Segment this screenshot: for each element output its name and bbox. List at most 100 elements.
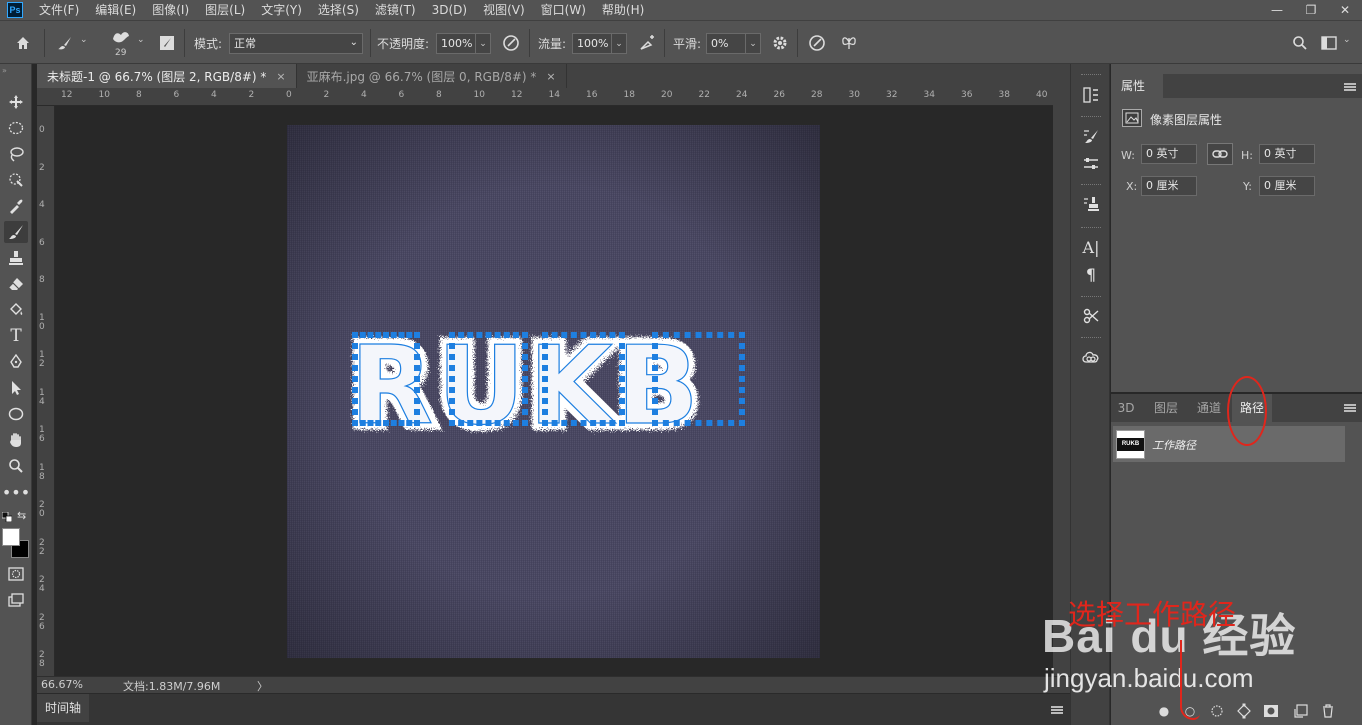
smoothing-dropdown[interactable]: ⌄ <box>745 33 761 54</box>
mode-select[interactable]: 正常 ⌄ <box>229 33 363 54</box>
height-input[interactable]: 0 英寸 <box>1259 144 1315 164</box>
smoothing-input[interactable]: 0% <box>706 33 746 54</box>
tab-layers[interactable]: 图层 <box>1147 394 1185 422</box>
tab-channels[interactable]: 通道 <box>1190 394 1228 422</box>
more-tools-icon[interactable]: ••• <box>2 481 30 503</box>
ellipse-tool-icon[interactable] <box>4 403 28 425</box>
eyedropper-tool-icon[interactable] <box>4 195 28 217</box>
quick-selection-tool-icon[interactable] <box>4 169 28 191</box>
menu-select[interactable]: 选择(S) <box>310 0 367 20</box>
path-list-item[interactable] <box>1113 426 1345 462</box>
menu-layer[interactable]: 图层(L) <box>197 0 253 20</box>
tool-presets-icon[interactable] <box>1080 305 1102 327</box>
brush-settings-icon[interactable] <box>1080 125 1102 147</box>
chevron-down-icon[interactable]: ⌄ <box>80 35 88 45</box>
paint-bucket-tool-icon[interactable] <box>4 299 28 321</box>
hand-tool-icon[interactable] <box>4 429 28 451</box>
load-path-as-selection-icon[interactable] <box>1208 702 1226 720</box>
libraries-icon[interactable] <box>1080 346 1102 368</box>
status-menu-arrow-icon[interactable]: 〉 <box>257 678 268 694</box>
close-icon[interactable]: × <box>276 70 285 83</box>
minimize-button[interactable]: — <box>1260 0 1294 20</box>
tab-timeline[interactable]: 时间轴 <box>37 694 89 722</box>
zoom-tool-icon[interactable] <box>4 455 28 477</box>
tab-3d[interactable]: 3D <box>1112 394 1140 422</box>
trash-icon[interactable] <box>1319 702 1337 720</box>
tab-untitled-1[interactable]: 未标题-1 @ 66.7% (图层 2, RGB/8#) * × <box>37 64 297 88</box>
clone-source-icon[interactable] <box>1080 193 1102 215</box>
type-tool-icon[interactable]: T <box>4 325 28 347</box>
x-input[interactable]: 0 厘米 <box>1141 176 1197 196</box>
menu-view[interactable]: 视图(V) <box>475 0 533 20</box>
character-icon[interactable]: A| <box>1080 236 1102 258</box>
swap-colors-icon[interactable]: ⇆ <box>17 509 26 522</box>
workspace-icon[interactable] <box>1318 32 1340 54</box>
close-window-button[interactable]: ✕ <box>1328 0 1362 20</box>
paragraph-icon[interactable]: ¶ <box>1080 263 1102 285</box>
chevron-down-icon[interactable]: ⌄ <box>1343 35 1351 45</box>
opacity-dropdown[interactable]: ⌄ <box>475 33 491 54</box>
quick-mask-icon[interactable] <box>4 563 28 585</box>
path-anchor-point <box>449 343 455 349</box>
collapse-toolbar-icon[interactable]: » <box>2 66 7 75</box>
zoom-level[interactable]: 66.67% <box>41 678 83 691</box>
chevron-down-icon[interactable]: ⌄ <box>137 35 145 45</box>
options-bar: ⌄ 29 ⌄ 模式: 正常 ⌄ 不透明度: 100% ⌄ 流量: 100% ⌄ … <box>0 20 1362 64</box>
menu-file[interactable]: 文件(F) <box>31 0 87 20</box>
path-name[interactable]: 工作路径 <box>1152 437 1196 453</box>
airbrush-icon[interactable] <box>636 32 658 54</box>
pen-tool-icon[interactable] <box>4 351 28 373</box>
vertical-scrollbar[interactable] <box>1053 88 1070 676</box>
add-mask-icon[interactable] <box>1262 702 1280 720</box>
search-icon[interactable] <box>1289 32 1311 54</box>
tab-properties[interactable]: 属性 <box>1111 74 1163 98</box>
ruler-tick-label: 8 <box>136 90 142 100</box>
link-icon[interactable] <box>1207 143 1233 165</box>
path-anchor-point <box>542 354 548 360</box>
marquee-tool-icon[interactable] <box>4 117 28 139</box>
make-work-path-icon[interactable] <box>1235 702 1253 720</box>
flow-dropdown[interactable]: ⌄ <box>611 33 627 54</box>
path-anchor-point <box>695 332 702 338</box>
menu-edit[interactable]: 编辑(E) <box>87 0 144 20</box>
tab-linen-jpg[interactable]: 亚麻布.jpg @ 66.7% (图层 0, RGB/8#) * × <box>297 64 567 88</box>
close-icon[interactable]: × <box>546 70 555 83</box>
menu-image[interactable]: 图像(I) <box>144 0 197 20</box>
document-canvas[interactable]: RUKB RUKB <box>287 125 820 658</box>
lasso-tool-icon[interactable] <box>4 143 28 165</box>
gear-icon[interactable] <box>769 32 791 54</box>
width-input[interactable]: 0 英寸 <box>1141 144 1197 164</box>
eraser-tool-icon[interactable] <box>4 273 28 295</box>
paths-menu-icon[interactable] <box>1344 404 1356 412</box>
menu-type[interactable]: 文字(Y) <box>253 0 310 20</box>
stamp-tool-icon[interactable] <box>4 247 28 269</box>
brush-tip-preview-icon[interactable] <box>110 29 132 47</box>
y-input[interactable]: 0 厘米 <box>1259 176 1315 196</box>
timeline-menu-icon[interactable] <box>1051 706 1063 714</box>
move-tool-icon[interactable] <box>4 91 28 113</box>
adjustments-icon[interactable] <box>1080 153 1102 175</box>
flow-input[interactable]: 100% <box>572 33 612 54</box>
home-icon[interactable] <box>12 32 34 54</box>
brush-settings-panel-icon[interactable] <box>156 32 178 54</box>
ruler-tick-label: 1 8 <box>39 462 45 482</box>
default-colors-icon[interactable] <box>1 511 13 523</box>
opacity-input[interactable]: 100% <box>436 33 476 54</box>
path-selection-tool-icon[interactable] <box>4 377 28 399</box>
pressure-size-icon[interactable] <box>806 32 828 54</box>
brush-tool-icon[interactable] <box>4 221 28 243</box>
menu-3d[interactable]: 3D(D) <box>424 0 475 20</box>
properties-menu-icon[interactable] <box>1344 83 1356 91</box>
symmetry-butterfly-icon[interactable] <box>838 32 860 54</box>
pressure-opacity-icon[interactable] <box>500 32 522 54</box>
new-path-icon[interactable] <box>1292 702 1310 720</box>
fill-path-icon[interactable]: ● <box>1155 702 1173 720</box>
brush-preset-icon[interactable] <box>54 32 76 54</box>
menu-help[interactable]: 帮助(H) <box>594 0 652 20</box>
foreground-color-swatch[interactable] <box>2 528 20 546</box>
screen-mode-icon[interactable] <box>4 589 28 611</box>
restore-button[interactable]: ❐ <box>1294 0 1328 20</box>
history-icon[interactable] <box>1080 84 1102 106</box>
menu-filter[interactable]: 滤镜(T) <box>367 0 424 20</box>
menu-window[interactable]: 窗口(W) <box>533 0 594 20</box>
